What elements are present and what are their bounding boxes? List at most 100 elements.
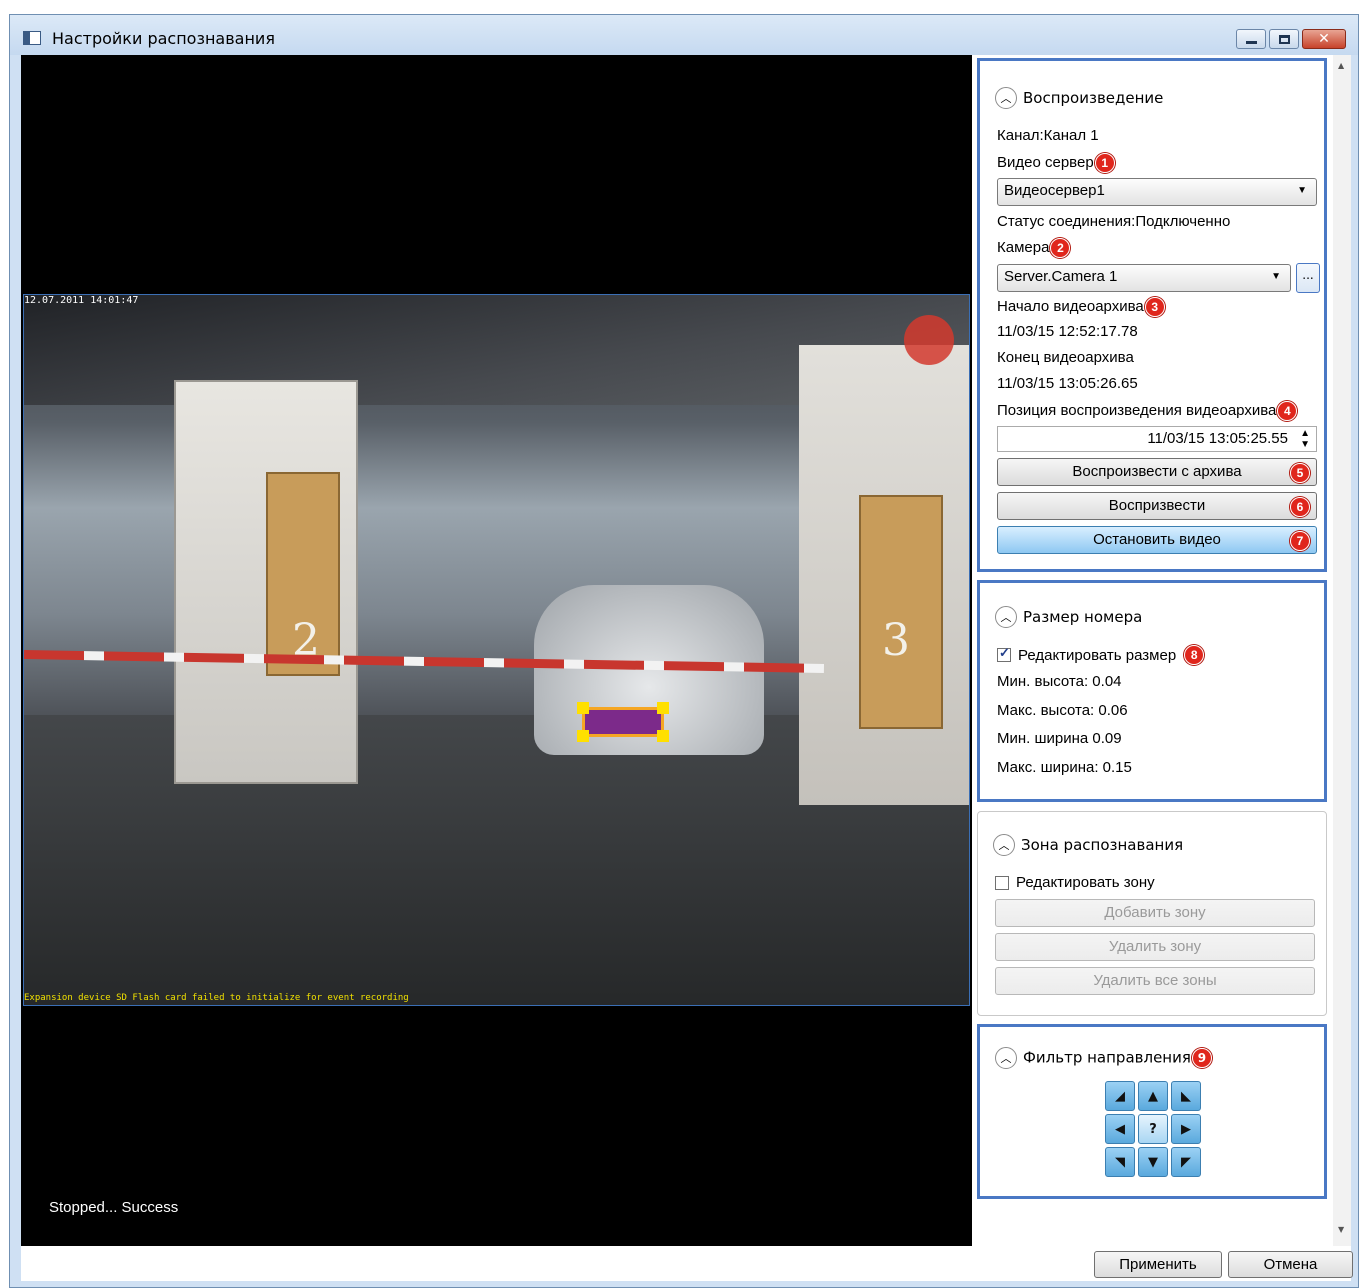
direction-right-icon[interactable]: ▶ [1171,1114,1201,1144]
camera-browse-button[interactable]: ... [1296,263,1320,293]
archive-start-value: 11/03/15 12:52:17.78 [997,323,1138,340]
scroll-up-icon[interactable]: ▲ [1338,61,1344,70]
playback-position-label: Позиция воспроизведения видеоархива 4 [997,401,1298,421]
collapse-chevron-icon[interactable]: ︿ [995,606,1017,628]
direction-any-button[interactable]: ? [1138,1114,1168,1144]
close-icon: ✕ [1318,31,1330,47]
max-height-value: Макс. высота: 0.06 [997,702,1128,719]
maximize-button[interactable] [1269,29,1299,49]
step-badge: 4 [1277,401,1298,421]
step-badge: 3 [1144,297,1165,317]
dialog-client-area: 2 3 12.07.2011 14:01:47 Expansion device… [21,55,1353,1281]
playback-position-value: 11/03/15 13:05:25.55 [1147,430,1288,447]
checkbox-unchecked-icon[interactable] [995,875,1009,890]
plate-resize-handle[interactable] [577,730,589,742]
dialog-footer: Применить Отмена [21,1246,1353,1281]
plate-size-panel: ︿ Размер номера Редактировать размер 8 Ми… [977,580,1327,802]
direction-up-right-icon[interactable]: ◥ [1105,1147,1135,1177]
osd-message: Expansion device SD Flash card failed to… [24,993,409,1003]
plate-resize-handle[interactable] [657,730,669,742]
stop-video-button[interactable]: Остановить видео 7 [997,526,1317,554]
minimize-button[interactable] [1236,29,1266,49]
booth-door [859,495,943,729]
collapse-chevron-icon[interactable]: ︿ [995,1047,1017,1069]
playback-position-label-text: Позиция воспроизведения видеоархива [997,401,1277,419]
checkbox-checked-icon[interactable] [997,645,1011,662]
dropdown-arrow-icon: ▼ [1271,271,1281,282]
settings-window: Настройки распознавания ✕ 2 3 12.07.2011… [9,14,1359,1288]
apply-button[interactable]: Применить [1094,1251,1222,1278]
direction-up-icon[interactable]: ▲ [1138,1081,1168,1111]
maximize-icon [1279,35,1290,44]
record-indicator [904,315,954,365]
spin-arrows-icon[interactable]: ▲ ▼ [1300,428,1310,450]
step-badge: 9 [1191,1048,1212,1068]
close-button[interactable]: ✕ [1302,29,1346,49]
direction-left-icon[interactable]: ◀ [1105,1114,1135,1144]
camera-select[interactable]: Server.Camera 1 ▼ [997,264,1291,292]
plate-size-title: Размер номера [1023,608,1143,626]
step-badge: 8 [1184,645,1205,665]
playback-title: Воспроизведение [1023,89,1164,107]
direction-title-text: Фильтр направления [1023,1048,1191,1067]
zone-header[interactable]: ︿ Зона распознавания [993,834,1183,856]
direction-pad: ◢ ▲ ◣ ◀ ? ▶ ◥ ▼ ◤ [1105,1081,1201,1177]
video-server-label-text: Видео сервер [997,153,1094,171]
video-viewport[interactable]: 2 3 12.07.2011 14:01:47 Expansion device… [21,55,972,1246]
play-button[interactable]: Воспризвести 6 [997,492,1317,520]
delete-all-zones-button[interactable]: Удалить все зоны [995,967,1315,995]
add-zone-button[interactable]: Добавить зону [995,899,1315,927]
zone-title: Зона распознавания [1021,836,1184,854]
collapse-chevron-icon[interactable]: ︿ [995,87,1017,109]
video-server-label: Видео сервер 1 [997,153,1115,173]
step-badge: 6 [1290,497,1310,517]
plate-size-header[interactable]: ︿ Размер номера [995,606,1142,628]
connection-status: Статус соединения:Подключенно [997,213,1231,230]
min-height-value: Мин. высота: 0.04 [997,673,1122,690]
channel-label: Канал:Канал 1 [997,127,1099,144]
direction-down-left-icon[interactable]: ◣ [1171,1081,1201,1111]
max-width-value: Макс. ширина: 0.15 [997,759,1132,776]
delete-zone-button[interactable]: Удалить зону [995,933,1315,961]
toll-booth-left [174,380,358,784]
play-label: Воспризвести [1108,497,1206,514]
scroll-down-icon[interactable]: ▼ [1338,1225,1344,1234]
collapse-chevron-icon[interactable]: ︿ [993,834,1015,856]
stop-video-label: Остановить видео [1093,531,1221,548]
archive-end-value: 11/03/15 13:05:26.65 [997,375,1138,392]
edit-zone-label: Редактировать зону [1016,874,1155,891]
plate-resize-handle[interactable] [577,702,589,714]
sidebar-scrollbar[interactable]: ▲ ▼ [1333,55,1351,1246]
playback-position-spinner[interactable]: 11/03/15 13:05:25.55 ▲ ▼ [997,426,1317,452]
direction-down-icon[interactable]: ▼ [1138,1147,1168,1177]
osd-timestamp: 12.07.2011 14:01:47 [24,295,139,306]
title-bar[interactable]: Настройки распознавания ✕ [10,15,1358,55]
min-width-value: Мин. ширина 0.09 [997,730,1122,747]
window-app-icon [23,31,41,45]
camera-frame[interactable]: 2 3 12.07.2011 14:01:47 Expansion device… [23,294,970,1006]
direction-up-left-icon[interactable]: ◤ [1171,1147,1201,1177]
video-server-select[interactable]: Видеосервер1 ▼ [997,178,1317,206]
edit-zone-checkbox[interactable]: Редактировать зону [995,874,1155,891]
play-archive-button[interactable]: Воспроизвести с архива 5 [997,458,1317,486]
cancel-button[interactable]: Отмена [1228,1251,1353,1278]
playback-header[interactable]: ︿ Воспроизведение [995,87,1163,109]
window-title: Настройки распознавания [52,29,275,48]
direction-header[interactable]: ︿ Фильтр направления 9 [995,1047,1212,1069]
plate-size-frame[interactable] [577,702,669,742]
booth-number-right: 3 [882,615,910,666]
toll-booth-right [799,345,969,805]
settings-sidebar: ▲ ▼ ︿ Воспроизведение Канал:Канал 1 Виде… [972,55,1351,1246]
direction-down-right-icon[interactable]: ◢ [1105,1081,1135,1111]
edit-size-checkbox[interactable]: Редактировать размер 8 [997,645,1205,665]
edit-size-label: Редактировать размер [1018,646,1177,664]
step-badge: 7 [1290,531,1310,551]
minimize-icon [1246,41,1257,44]
archive-start-label: Начало видеоархива 3 [997,297,1165,317]
step-badge: 2 [1050,238,1071,258]
video-status: Stopped... Success [49,1199,179,1216]
archive-start-label-text: Начало видеоархива [997,297,1144,315]
step-badge: 5 [1290,463,1310,483]
plate-resize-handle[interactable] [657,702,669,714]
video-server-value: Видеосервер1 [1004,182,1105,199]
